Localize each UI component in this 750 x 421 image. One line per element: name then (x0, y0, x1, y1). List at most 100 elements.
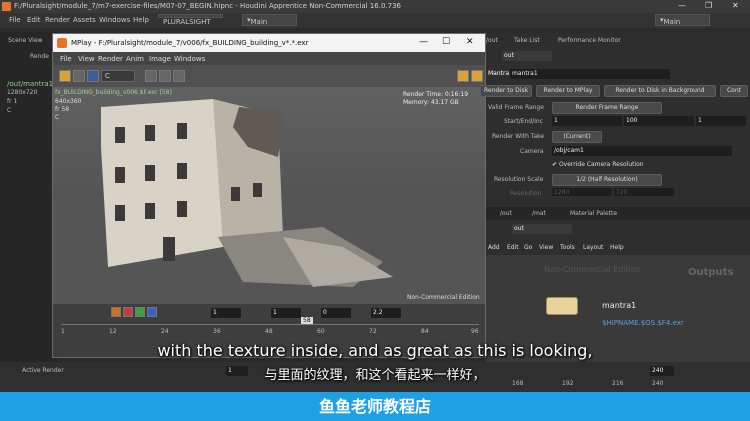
tab-scene-view[interactable]: Scene View (8, 37, 42, 44)
ruler-tick-12: 12 (109, 328, 117, 335)
tab-performance-monitor[interactable]: Performance Monitor (558, 37, 621, 44)
mplay-menu-render[interactable]: Render (98, 55, 123, 63)
scene-view-panel: Scene View Rende /out/mantra1 1280x720 f… (0, 32, 58, 362)
workspace-selector[interactable]: ▾ Main (242, 14, 297, 26)
snapshot-icon[interactable] (59, 70, 71, 82)
mantra-node-icon[interactable] (546, 297, 578, 315)
viewport-frame: fr 58 (55, 106, 70, 113)
gamma-field[interactable]: 2.2 (371, 308, 401, 318)
continue-button[interactable]: Cont (720, 85, 748, 97)
display-icon[interactable] (87, 70, 99, 82)
ruler-tick-96: 96 (471, 328, 479, 335)
viewport-channel: C (55, 114, 60, 121)
window-titlebar: F:/Pluralsight/module_7/m7-exercise-file… (0, 0, 750, 13)
main-menubar: File Edit Render Assets Windows Help PLU… (0, 13, 750, 28)
override-resolution-checkbox[interactable]: ✔ Override Camera Resolution (552, 161, 644, 168)
frame-range-select[interactable]: Render Frame Range (552, 102, 662, 114)
network-menu-tools[interactable]: Tools (560, 244, 575, 251)
tab-out[interactable]: /out (486, 37, 498, 44)
start-end-label: Start/End/Inc (504, 118, 543, 125)
tab-take-list[interactable]: Take List (514, 37, 540, 44)
render-to-mplay-button[interactable]: Render to MPlay (536, 85, 600, 97)
lock-icon[interactable] (173, 70, 185, 82)
layout-icon[interactable] (471, 70, 483, 82)
menu-file[interactable]: File (9, 16, 21, 24)
right-workspace-selector[interactable]: ▾ Main (655, 14, 710, 26)
menu-assets[interactable]: Assets (73, 16, 96, 24)
render-with-take-label: Render With Take (492, 133, 545, 140)
network-menu-layout[interactable]: Layout (583, 244, 603, 251)
desktop-selector[interactable]: PLURALSIGHT (158, 14, 223, 26)
viewport-watermark: Non-Commercial Edition (407, 294, 480, 301)
frame-ruler[interactable]: 1 12 24 36 48 60 72 84 96 58 (61, 317, 479, 336)
mplay-close-button[interactable]: ✕ (466, 37, 474, 47)
grid-view-icon[interactable] (457, 70, 469, 82)
render-label[interactable]: Rende (30, 53, 49, 60)
mplay-menubar: File View Render Anim Image Windows (53, 52, 485, 65)
ruler-tick-36: 36 (213, 328, 221, 335)
eye-icon[interactable] (111, 307, 121, 317)
menu-help[interactable]: Help (133, 16, 149, 24)
ruler-tick-1: 1 (61, 328, 65, 335)
channel-select[interactable]: C (101, 70, 135, 82)
network-menu-edit[interactable]: Edit (507, 244, 519, 251)
mplay-menu-file[interactable]: File (60, 55, 72, 63)
network-menu-go[interactable]: Go (524, 244, 532, 251)
shop-banner: 鱼鱼老师教程店 (0, 392, 750, 421)
network-path-field-2[interactable]: out (512, 224, 572, 234)
network-path-field[interactable]: out (502, 51, 552, 61)
end-frame-field[interactable]: 100 (624, 116, 694, 126)
mplay-window: MPlay - F:/Pluralsight/module_7/v006/fx_… (52, 33, 486, 358)
subtitle-chinese: 与里面的纹理，和这个看起来一样好， (264, 368, 486, 383)
mplay-menu-windows[interactable]: Windows (174, 55, 205, 63)
network-menu-help[interactable]: Help (610, 244, 624, 251)
current-frame-marker[interactable]: 58 (301, 317, 313, 324)
mplay-minimize-button[interactable]: — (419, 37, 428, 47)
menu-edit[interactable]: Edit (27, 16, 41, 24)
green-swatch-icon[interactable] (135, 307, 145, 317)
color-swatch-icon[interactable] (123, 307, 133, 317)
mplay-menu-view[interactable]: View (78, 55, 95, 63)
tab-out-network[interactable]: /out (500, 210, 512, 217)
resolution-height-field[interactable]: 720 (614, 188, 674, 196)
node-name-label: mantra1 (602, 301, 637, 310)
network-menu-add[interactable]: Add (488, 244, 500, 251)
mplay-toolbar: C (53, 65, 485, 87)
close-button[interactable]: ✕ (732, 1, 739, 10)
maximize-button[interactable]: ❐ (705, 1, 712, 10)
render-viewport[interactable]: Non-Commercial Edition fx_BUILDING_build… (53, 87, 485, 304)
gamma-value-field[interactable]: 1 (271, 308, 301, 318)
memory-usage: Memory: 43.17 GB (403, 99, 459, 106)
network-menu-view[interactable]: View (539, 244, 553, 251)
resolution-scale-select[interactable]: 1/2 (Half Resolution) (552, 174, 662, 186)
right-workspace-label: Main (663, 18, 681, 26)
tab-mat[interactable]: /mat (532, 210, 546, 217)
render-to-disk-background-button[interactable]: Render to Disk in Background (604, 85, 716, 97)
exposure-field[interactable]: 1 (211, 308, 241, 318)
mplay-menu-anim[interactable]: Anim (126, 55, 144, 63)
node-name-field[interactable]: mantra1 (510, 69, 670, 79)
mplay-menu-image[interactable]: Image (149, 55, 171, 63)
network-context-label: Outputs (688, 267, 734, 278)
offset-field[interactable]: 0 (321, 308, 351, 318)
minimize-button[interactable]: — (678, 1, 686, 10)
take-select[interactable]: (Current) (552, 131, 602, 143)
parameter-panel: /out Take List Performance Monitor out M… (480, 33, 750, 363)
menu-windows[interactable]: Windows (99, 16, 130, 24)
start-frame-field[interactable]: 1 (552, 116, 622, 126)
resolution-scale-label: Resolution Scale (494, 176, 544, 183)
network-watermark: Non-Commercial Edition (544, 265, 641, 274)
menu-render[interactable]: Render (45, 16, 70, 24)
render-to-disk-button[interactable]: Render to Disk (480, 85, 532, 97)
resolution-width-field[interactable]: 1280 (552, 188, 612, 196)
inc-frame-field[interactable]: 1 (696, 116, 746, 126)
mplay-maximize-button[interactable]: ☐ (442, 37, 450, 47)
color-icon[interactable] (73, 70, 85, 82)
tab-material-palette[interactable]: Material Palette (570, 210, 617, 217)
ruler-tick-72: 72 (369, 328, 377, 335)
compare-icon[interactable] (159, 70, 171, 82)
zoom-icon[interactable] (145, 70, 157, 82)
blue-swatch-icon[interactable] (147, 307, 157, 317)
camera-field[interactable]: /obj/cam1 (552, 146, 732, 156)
ruler-tick-60: 60 (317, 328, 325, 335)
